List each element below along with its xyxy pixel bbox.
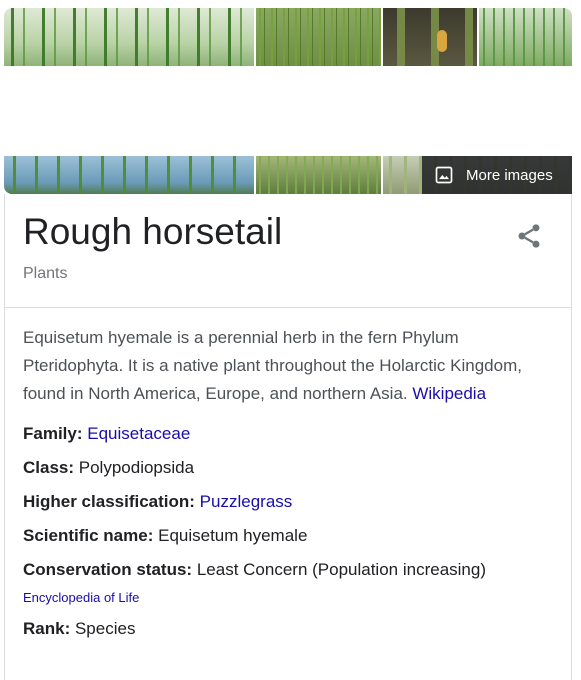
attr-conservation-value: Least Concern (Population increasing) [196, 560, 486, 579]
knowledge-panel: Rough horsetail Plants Equisetum hyemale… [4, 194, 572, 680]
image-strip-bottom: More images [4, 156, 572, 194]
attr-rank-value: Species [74, 619, 136, 638]
entity-title: Rough horsetail [23, 211, 283, 252]
attr-family: Family: Equisetaceae [23, 424, 553, 444]
horsetail-photo-4[interactable] [479, 8, 572, 66]
attr-higher-classification: Higher classification: Puzzlegrass [23, 492, 553, 512]
wikipedia-link[interactable]: Wikipedia [412, 384, 486, 403]
horsetail-photo-1[interactable] [4, 8, 254, 66]
attr-family-value[interactable]: Equisetaceae [87, 424, 190, 443]
entity-subtitle: Plants [23, 265, 68, 282]
horsetail-photo-3[interactable] [383, 8, 477, 66]
panel-header: Rough horsetail Plants [5, 194, 571, 308]
encyclopedia-of-life-link[interactable]: Encyclopedia of Life [23, 590, 553, 605]
attr-scientific-value: Equisetum hyemale [158, 526, 308, 545]
attr-family-label: Family: [23, 424, 83, 443]
more-images-button[interactable]: More images [422, 156, 572, 194]
horsetail-photo-5[interactable] [4, 156, 254, 194]
entity-description: Equisetum hyemale is a perennial herb in… [23, 324, 553, 408]
attr-conservation-status: Conservation status: Least Concern (Popu… [23, 560, 553, 605]
image-strip-top [4, 8, 572, 66]
attr-class-label: Class: [23, 458, 75, 477]
image-icon [435, 166, 453, 184]
attr-class-value: Polypodiopsida [78, 458, 195, 477]
attr-scientific-label: Scientific name: [23, 526, 154, 545]
attr-higher-value[interactable]: Puzzlegrass [200, 492, 293, 511]
horsetail-photo-2[interactable] [256, 8, 381, 66]
share-icon[interactable] [515, 222, 543, 250]
attr-scientific-name: Scientific name: Equisetum hyemale [23, 526, 553, 546]
attr-rank-label: Rank: [23, 619, 71, 638]
horsetail-photo-6[interactable] [256, 156, 381, 194]
attr-rank: Rank: Species [23, 619, 553, 639]
panel-body: Equisetum hyemale is a perennial herb in… [5, 308, 571, 639]
attr-higher-label: Higher classification: [23, 492, 195, 511]
more-images-label: More images [466, 166, 553, 184]
attr-class: Class: Polypodiopsida [23, 458, 553, 478]
attr-conservation-label: Conservation status: [23, 560, 193, 579]
